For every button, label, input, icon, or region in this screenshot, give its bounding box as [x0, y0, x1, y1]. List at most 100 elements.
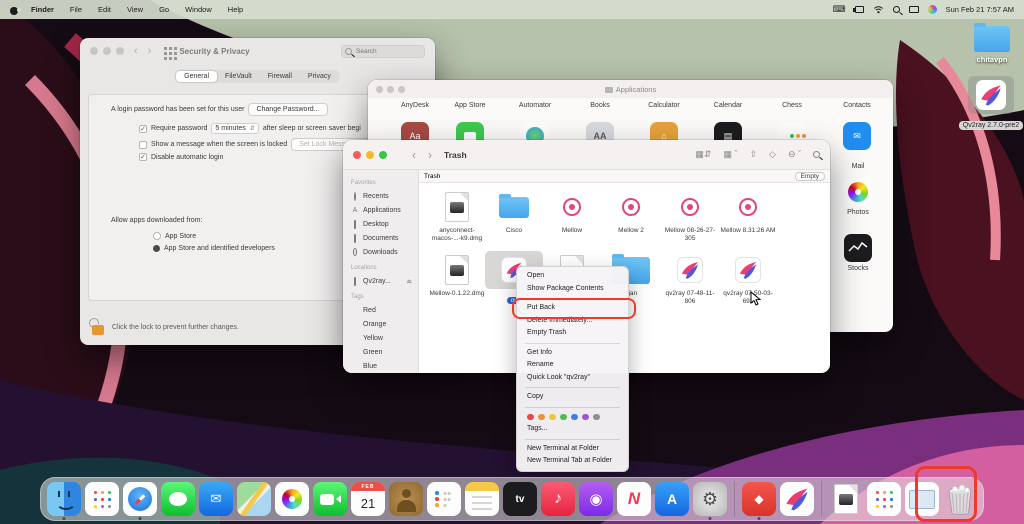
dock-disk-image[interactable] [829, 482, 863, 516]
dock-tv[interactable]: tv [503, 482, 537, 516]
desktop-icon-qv2ray[interactable]: Qv2ray 2.7.0-pre2 [958, 76, 1024, 132]
dock-calendar[interactable]: FEB21 [351, 482, 385, 516]
sidebar-tag-red[interactable]: Red [351, 303, 418, 317]
sidebar-tag-green[interactable]: Green [351, 345, 418, 359]
menu-item-put-back[interactable]: Put Back [517, 302, 628, 315]
menu-item-open[interactable]: Open [517, 270, 628, 283]
tag-gray-icon[interactable] [593, 414, 600, 421]
menu-item-copy[interactable]: Copy [517, 391, 628, 404]
sidebar-item-applications[interactable]: AApplications [351, 203, 418, 217]
app-label-app-store[interactable]: App Store [454, 102, 485, 109]
keyboard-icon[interactable]: ⌨ [833, 5, 846, 14]
group-icon[interactable]: ▦⇵ [695, 149, 711, 160]
show-all-icon[interactable] [164, 47, 167, 50]
spotlight-icon[interactable] [893, 6, 900, 13]
tab-general[interactable]: General [176, 71, 217, 82]
menu-item-tags[interactable]: Tags... [517, 423, 628, 436]
menu-go[interactable]: Go [151, 5, 177, 14]
interval-select[interactable]: 5 minutes ⇵ [211, 123, 258, 134]
tag-green-icon[interactable] [560, 414, 567, 421]
file-mellow[interactable]: Mellow [543, 188, 601, 235]
menu-help[interactable]: Help [220, 5, 251, 14]
app-label-anydesk[interactable]: AnyDesk [401, 102, 429, 109]
menu-item-new-terminal[interactable]: New Terminal at Folder [517, 443, 628, 456]
app-label-contacts[interactable]: Contacts [843, 102, 871, 109]
dock-applications-stack[interactable] [867, 482, 901, 516]
tag-yellow-icon[interactable] [549, 414, 556, 421]
file-qv2ray-0748[interactable]: qv2ray 07-48-11-806 [661, 251, 719, 305]
file-qv2ray-0750[interactable]: qv2ray 07-50-03-692 [719, 251, 777, 305]
sidebar-item-documents[interactable]: Documents [351, 231, 418, 245]
radio-app-store[interactable] [153, 232, 161, 240]
menu-item-empty-trash[interactable]: Empty Trash [517, 327, 628, 340]
menu-item-show-package-contents[interactable]: Show Package Contents [517, 283, 628, 296]
dock-app-store[interactable]: A [655, 482, 689, 516]
app-label-chess[interactable]: Chess [782, 102, 802, 109]
menu-item-rename[interactable]: Rename [517, 359, 628, 372]
menu-edit[interactable]: Edit [90, 5, 119, 14]
sidebar-item-qv2ray-disk[interactable]: Qv2ray...⏏ [351, 274, 418, 288]
menu-item-get-info[interactable]: Get Info [517, 347, 628, 360]
dock-photos[interactable] [275, 482, 309, 516]
menu-item-delete-immediately[interactable]: Delete Immediately... [517, 315, 628, 328]
show-message-checkbox[interactable] [139, 141, 147, 149]
unlocked-padlock-icon[interactable] [92, 325, 104, 335]
sidebar-item-recents[interactable]: Recents [351, 189, 418, 203]
stage-manager-icon[interactable] [855, 6, 864, 13]
file-mellow-08[interactable]: Mellow 08-26-27-305 [661, 188, 719, 242]
forward-icon[interactable]: › [148, 45, 152, 57]
tag-purple-icon[interactable] [582, 414, 589, 421]
back-icon[interactable]: ‹ [134, 45, 138, 57]
sidebar-tag-yellow[interactable]: Yellow [351, 331, 418, 345]
radio-app-store-identified[interactable] [153, 245, 160, 252]
app-label-calendar[interactable]: Calendar [714, 102, 742, 109]
sidebar-item-desktop[interactable]: Desktop [351, 217, 418, 231]
tag-orange-icon[interactable] [538, 414, 545, 421]
dock-maps[interactable] [237, 482, 271, 516]
sidebar-tag-blue[interactable]: Blue [351, 359, 418, 373]
tab-privacy[interactable]: Privacy [300, 71, 339, 82]
dock-music[interactable]: ♪ [541, 482, 575, 516]
dock-news[interactable]: N [617, 482, 651, 516]
change-password-button[interactable]: Change Password... [248, 103, 327, 116]
menu-window[interactable]: Window [177, 5, 220, 14]
wifi-icon[interactable] [873, 5, 884, 14]
dock-notes[interactable] [465, 482, 499, 516]
tab-filevault[interactable]: FileVault [217, 71, 260, 82]
require-password-checkbox[interactable]: ✓ [139, 125, 147, 133]
app-label-automator[interactable]: Automator [519, 102, 551, 109]
menu-finder[interactable]: Finder [23, 5, 62, 14]
dock-finder[interactable] [47, 482, 81, 516]
forward-icon[interactable]: › [428, 148, 432, 162]
tab-firewall[interactable]: Firewall [260, 71, 300, 82]
eject-icon[interactable]: ⏏ [406, 278, 412, 285]
file-anyconnect-dmg[interactable]: anyconnect-macos-...-k9.dmg [428, 188, 486, 242]
close-button[interactable] [90, 47, 98, 55]
dock-launchpad[interactable] [85, 482, 119, 516]
menu-file[interactable]: File [62, 5, 90, 14]
dock-anydesk[interactable]: ◆ [742, 482, 776, 516]
close-button[interactable] [353, 151, 361, 159]
dock-safari[interactable] [123, 482, 157, 516]
menu-item-quick-look[interactable]: Quick Look "qv2ray" [517, 372, 628, 385]
view-icon[interactable]: ▦ ˇ [723, 149, 737, 160]
file-cisco-folder[interactable]: Cisco [485, 188, 543, 235]
sidebar-item-downloads[interactable]: ↓Downloads [351, 245, 418, 259]
dock-contacts[interactable] [389, 482, 423, 516]
menu-view[interactable]: View [119, 5, 151, 14]
dock-reminders[interactable] [427, 482, 461, 516]
desktop-icon-chitavpn[interactable]: chitavpn [966, 26, 1018, 64]
display-icon[interactable] [909, 6, 919, 13]
search-icon[interactable] [813, 151, 820, 158]
dock-messages[interactable] [161, 482, 195, 516]
mail-icon[interactable]: ✉ [843, 122, 871, 150]
tag-blue-icon[interactable] [571, 414, 578, 421]
dock-mail[interactable]: ✉ [199, 482, 233, 516]
apple-logo-icon[interactable] [10, 5, 19, 15]
file-mellow-2[interactable]: Mellow 2 [602, 188, 660, 235]
share-icon[interactable]: ⇧ [749, 149, 757, 160]
dock-facetime[interactable] [313, 482, 347, 516]
dock-qv2ray[interactable] [780, 482, 814, 516]
zoom-button[interactable] [379, 151, 387, 159]
minimize-button[interactable] [366, 151, 374, 159]
